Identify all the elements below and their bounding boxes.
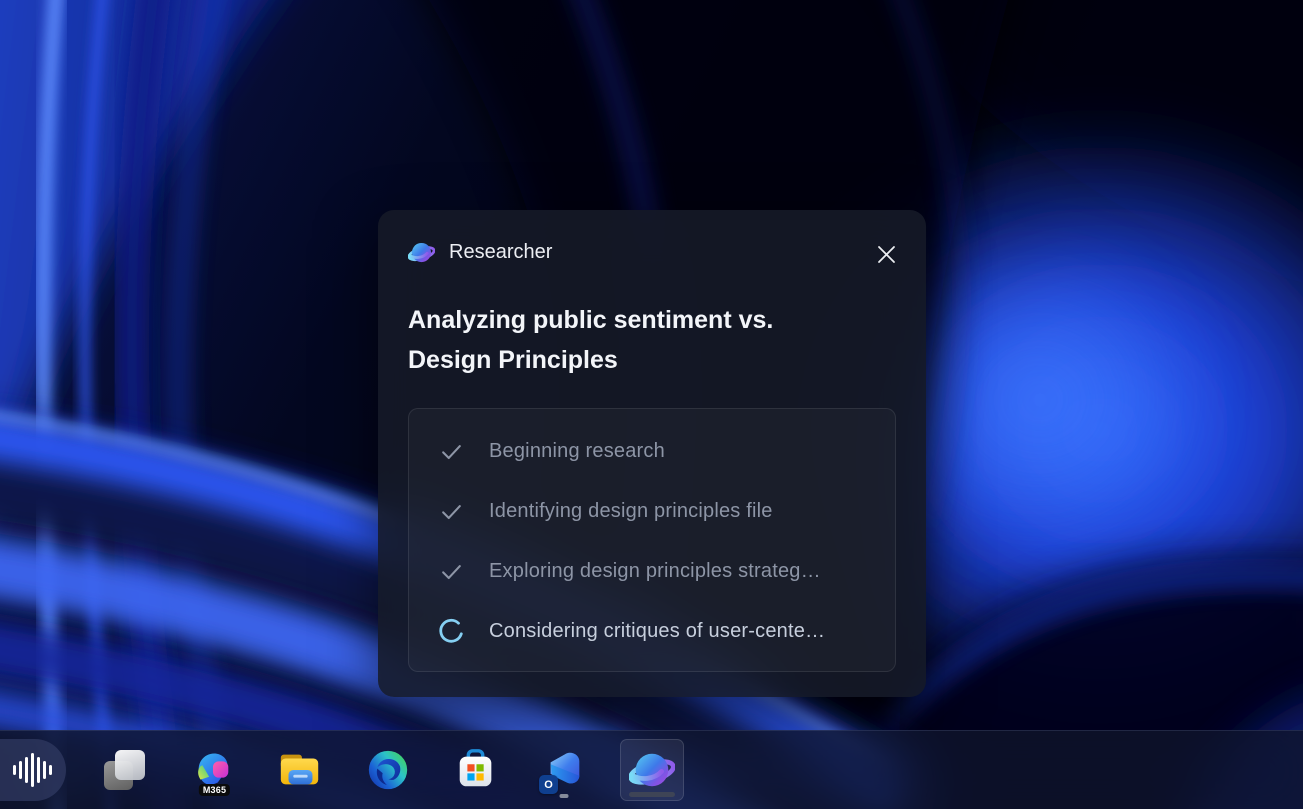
card-title-line1: Analyzing public sentiment vs. bbox=[408, 300, 896, 340]
close-icon bbox=[877, 245, 896, 264]
card-title-line2: Design Principles bbox=[408, 340, 896, 380]
taskbar-item-outlook[interactable]: O bbox=[532, 739, 596, 801]
step-row: Considering critiques of user-cente… bbox=[409, 601, 895, 661]
card-title: Analyzing public sentiment vs. Design Pr… bbox=[408, 300, 896, 380]
taskbar-item-edge[interactable] bbox=[356, 739, 420, 801]
app-name: Researcher bbox=[449, 241, 552, 264]
taskbar: M365 bbox=[0, 730, 1303, 809]
taskbar-item-m365-copilot[interactable]: M365 bbox=[180, 739, 244, 801]
desktop: Researcher Analyzing public sentiment vs… bbox=[0, 0, 1303, 809]
step-row: Beginning research bbox=[409, 421, 895, 481]
store-icon bbox=[453, 747, 499, 793]
voice-waveform-icon bbox=[13, 753, 52, 787]
steps-panel: Beginning research Identifying design pr… bbox=[408, 408, 896, 672]
researcher-planet-icon bbox=[629, 747, 675, 793]
taskbar-item-file-explorer[interactable] bbox=[268, 739, 332, 801]
close-button[interactable] bbox=[868, 236, 904, 272]
taskbar-item-researcher[interactable] bbox=[620, 739, 684, 801]
m365-badge: M365 bbox=[199, 784, 230, 796]
file-explorer-icon bbox=[277, 747, 323, 793]
taskbar-item-task-view[interactable] bbox=[92, 739, 156, 801]
step-label: Beginning research bbox=[489, 440, 665, 463]
step-row: Exploring design principles strateg… bbox=[409, 541, 895, 601]
checkmark-icon bbox=[437, 557, 465, 585]
outlook-badge: O bbox=[539, 775, 558, 794]
step-label: Considering critiques of user-cente… bbox=[489, 620, 825, 643]
edge-icon bbox=[365, 747, 411, 793]
taskbar-item-store[interactable] bbox=[444, 739, 508, 801]
researcher-progress-indicator bbox=[629, 792, 675, 797]
task-view-icon bbox=[102, 748, 146, 792]
researcher-progress-card: Researcher Analyzing public sentiment vs… bbox=[378, 210, 926, 697]
checkmark-icon bbox=[437, 437, 465, 465]
step-row: Identifying design principles file bbox=[409, 481, 895, 541]
step-label: Identifying design principles file bbox=[489, 500, 773, 523]
researcher-planet-icon bbox=[408, 239, 435, 266]
voice-access-button[interactable] bbox=[0, 739, 66, 801]
card-header: Researcher bbox=[408, 238, 896, 266]
outlook-running-dot bbox=[560, 794, 569, 798]
spinner-icon bbox=[437, 617, 465, 645]
checkmark-icon bbox=[437, 497, 465, 525]
step-label: Exploring design principles strateg… bbox=[489, 560, 821, 583]
